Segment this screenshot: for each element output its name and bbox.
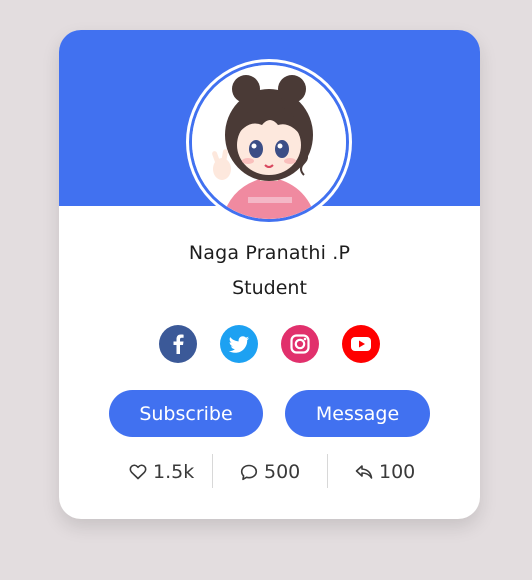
- shares-stat[interactable]: 100: [355, 454, 415, 490]
- message-button[interactable]: Message: [285, 390, 430, 437]
- instagram-icon[interactable]: [281, 325, 319, 363]
- subscribe-button[interactable]: Subscribe: [109, 390, 263, 437]
- profile-name: Naga Pranathi .P: [188, 242, 351, 264]
- profile-card: Naga Pranathi .P Student Subscribe Messa…: [59, 30, 480, 519]
- likes-stat[interactable]: 1.5k: [129, 454, 194, 490]
- likes-count: 1.5k: [153, 461, 195, 483]
- profile-role: Student: [232, 277, 307, 299]
- twitter-icon[interactable]: [220, 325, 258, 363]
- avatar: [189, 62, 349, 222]
- stat-divider: [327, 454, 328, 488]
- stat-divider: [212, 454, 213, 488]
- comments-count: 500: [264, 461, 301, 483]
- heart-icon: [129, 464, 147, 480]
- comments-stat[interactable]: 500: [240, 454, 300, 490]
- reply-icon: [355, 464, 373, 480]
- youtube-icon[interactable]: [342, 325, 380, 363]
- shares-count: 100: [379, 461, 416, 483]
- avatar-image: [192, 65, 346, 219]
- comment-icon: [240, 464, 258, 481]
- facebook-icon[interactable]: [159, 325, 197, 363]
